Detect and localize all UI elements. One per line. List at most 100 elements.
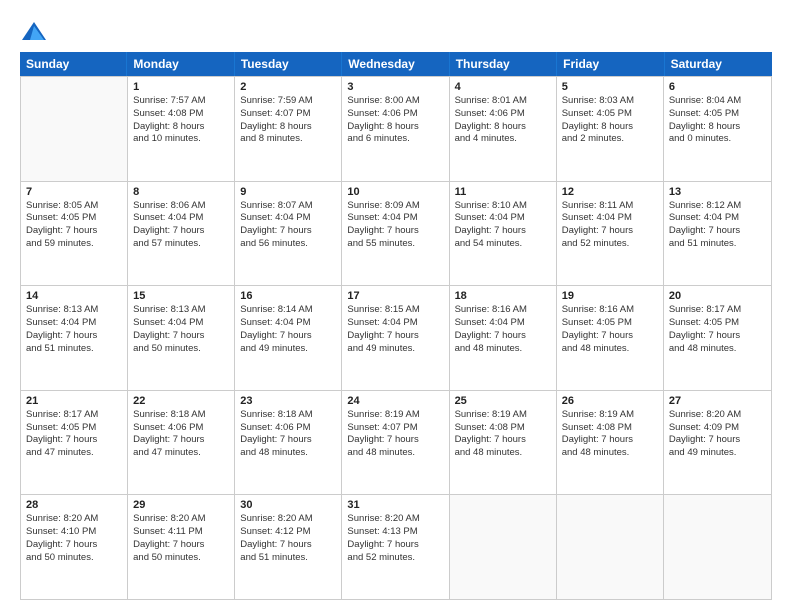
daylight-text-2: and 56 minutes. bbox=[240, 238, 336, 251]
daylight-text: Daylight: 7 hours bbox=[347, 330, 443, 343]
day-number: 21 bbox=[26, 395, 122, 407]
calendar-header: SundayMondayTuesdayWednesdayThursdayFrid… bbox=[20, 52, 772, 76]
sunset-text: Sunset: 4:06 PM bbox=[347, 108, 443, 121]
calendar-cell: 11Sunrise: 8:10 AMSunset: 4:04 PMDayligh… bbox=[450, 182, 557, 286]
calendar-cell: 30Sunrise: 8:20 AMSunset: 4:12 PMDayligh… bbox=[235, 495, 342, 599]
calendar-cell: 14Sunrise: 8:13 AMSunset: 4:04 PMDayligh… bbox=[21, 286, 128, 390]
sunset-text: Sunset: 4:05 PM bbox=[669, 317, 766, 330]
day-number: 25 bbox=[455, 395, 551, 407]
calendar-cell bbox=[21, 77, 128, 181]
sunset-text: Sunset: 4:04 PM bbox=[240, 212, 336, 225]
day-number: 12 bbox=[562, 186, 658, 198]
daylight-text-2: and 47 minutes. bbox=[133, 447, 229, 460]
calendar-cell bbox=[557, 495, 664, 599]
sunset-text: Sunset: 4:04 PM bbox=[347, 212, 443, 225]
calendar-cell: 21Sunrise: 8:17 AMSunset: 4:05 PMDayligh… bbox=[21, 391, 128, 495]
day-number: 27 bbox=[669, 395, 766, 407]
sunset-text: Sunset: 4:08 PM bbox=[562, 422, 658, 435]
day-number: 5 bbox=[562, 81, 658, 93]
calendar-cell: 7Sunrise: 8:05 AMSunset: 4:05 PMDaylight… bbox=[21, 182, 128, 286]
sunrise-text: Sunrise: 8:16 AM bbox=[562, 304, 658, 317]
calendar-cell: 20Sunrise: 8:17 AMSunset: 4:05 PMDayligh… bbox=[664, 286, 771, 390]
sunset-text: Sunset: 4:06 PM bbox=[240, 422, 336, 435]
daylight-text-2: and 50 minutes. bbox=[26, 552, 122, 565]
day-number: 4 bbox=[455, 81, 551, 93]
sunset-text: Sunset: 4:06 PM bbox=[133, 422, 229, 435]
sunrise-text: Sunrise: 8:15 AM bbox=[347, 304, 443, 317]
sunrise-text: Sunrise: 8:13 AM bbox=[26, 304, 122, 317]
sunset-text: Sunset: 4:04 PM bbox=[562, 212, 658, 225]
calendar-cell: 27Sunrise: 8:20 AMSunset: 4:09 PMDayligh… bbox=[664, 391, 771, 495]
sunrise-text: Sunrise: 8:00 AM bbox=[347, 95, 443, 108]
header bbox=[20, 18, 772, 46]
calendar-row-2: 14Sunrise: 8:13 AMSunset: 4:04 PMDayligh… bbox=[21, 285, 771, 390]
sunrise-text: Sunrise: 8:20 AM bbox=[26, 513, 122, 526]
day-number: 28 bbox=[26, 499, 122, 511]
day-number: 26 bbox=[562, 395, 658, 407]
daylight-text-2: and 48 minutes. bbox=[240, 447, 336, 460]
calendar-cell: 4Sunrise: 8:01 AMSunset: 4:06 PMDaylight… bbox=[450, 77, 557, 181]
sunrise-text: Sunrise: 8:04 AM bbox=[669, 95, 766, 108]
logo bbox=[20, 18, 52, 46]
sunset-text: Sunset: 4:05 PM bbox=[669, 108, 766, 121]
daylight-text-2: and 49 minutes. bbox=[669, 447, 766, 460]
sunset-text: Sunset: 4:04 PM bbox=[455, 317, 551, 330]
sunrise-text: Sunrise: 8:07 AM bbox=[240, 200, 336, 213]
daylight-text-2: and 54 minutes. bbox=[455, 238, 551, 251]
sunrise-text: Sunrise: 8:10 AM bbox=[455, 200, 551, 213]
header-day-wednesday: Wednesday bbox=[342, 52, 449, 76]
sunset-text: Sunset: 4:04 PM bbox=[133, 212, 229, 225]
sunrise-text: Sunrise: 8:19 AM bbox=[455, 409, 551, 422]
daylight-text: Daylight: 7 hours bbox=[669, 330, 766, 343]
sunrise-text: Sunrise: 8:11 AM bbox=[562, 200, 658, 213]
day-number: 1 bbox=[133, 81, 229, 93]
sunrise-text: Sunrise: 8:20 AM bbox=[240, 513, 336, 526]
sunrise-text: Sunrise: 8:12 AM bbox=[669, 200, 766, 213]
daylight-text: Daylight: 8 hours bbox=[240, 121, 336, 134]
sunset-text: Sunset: 4:08 PM bbox=[455, 422, 551, 435]
sunset-text: Sunset: 4:05 PM bbox=[562, 317, 658, 330]
calendar-row-0: 1Sunrise: 7:57 AMSunset: 4:08 PMDaylight… bbox=[21, 76, 771, 181]
sunset-text: Sunset: 4:05 PM bbox=[26, 212, 122, 225]
calendar-cell: 8Sunrise: 8:06 AMSunset: 4:04 PMDaylight… bbox=[128, 182, 235, 286]
daylight-text: Daylight: 7 hours bbox=[455, 225, 551, 238]
sunset-text: Sunset: 4:09 PM bbox=[669, 422, 766, 435]
header-day-thursday: Thursday bbox=[450, 52, 557, 76]
daylight-text: Daylight: 7 hours bbox=[455, 330, 551, 343]
day-number: 22 bbox=[133, 395, 229, 407]
daylight-text: Daylight: 7 hours bbox=[347, 434, 443, 447]
day-number: 16 bbox=[240, 290, 336, 302]
day-number: 11 bbox=[455, 186, 551, 198]
calendar-cell: 5Sunrise: 8:03 AMSunset: 4:05 PMDaylight… bbox=[557, 77, 664, 181]
calendar-row-3: 21Sunrise: 8:17 AMSunset: 4:05 PMDayligh… bbox=[21, 390, 771, 495]
day-number: 19 bbox=[562, 290, 658, 302]
daylight-text-2: and 0 minutes. bbox=[669, 133, 766, 146]
sunrise-text: Sunrise: 8:14 AM bbox=[240, 304, 336, 317]
daylight-text: Daylight: 7 hours bbox=[26, 225, 122, 238]
day-number: 8 bbox=[133, 186, 229, 198]
daylight-text-2: and 48 minutes. bbox=[455, 343, 551, 356]
calendar-cell: 26Sunrise: 8:19 AMSunset: 4:08 PMDayligh… bbox=[557, 391, 664, 495]
calendar-cell: 31Sunrise: 8:20 AMSunset: 4:13 PMDayligh… bbox=[342, 495, 449, 599]
day-number: 17 bbox=[347, 290, 443, 302]
sunset-text: Sunset: 4:11 PM bbox=[133, 526, 229, 539]
sunrise-text: Sunrise: 8:17 AM bbox=[669, 304, 766, 317]
daylight-text-2: and 48 minutes. bbox=[455, 447, 551, 460]
sunset-text: Sunset: 4:05 PM bbox=[26, 422, 122, 435]
sunrise-text: Sunrise: 8:16 AM bbox=[455, 304, 551, 317]
daylight-text-2: and 51 minutes. bbox=[669, 238, 766, 251]
calendar-cell: 18Sunrise: 8:16 AMSunset: 4:04 PMDayligh… bbox=[450, 286, 557, 390]
daylight-text-2: and 50 minutes. bbox=[133, 552, 229, 565]
sunset-text: Sunset: 4:08 PM bbox=[133, 108, 229, 121]
daylight-text: Daylight: 7 hours bbox=[133, 225, 229, 238]
logo-icon bbox=[20, 18, 48, 46]
day-number: 7 bbox=[26, 186, 122, 198]
sunset-text: Sunset: 4:04 PM bbox=[133, 317, 229, 330]
day-number: 24 bbox=[347, 395, 443, 407]
daylight-text: Daylight: 7 hours bbox=[669, 225, 766, 238]
sunrise-text: Sunrise: 8:19 AM bbox=[562, 409, 658, 422]
calendar-cell: 16Sunrise: 8:14 AMSunset: 4:04 PMDayligh… bbox=[235, 286, 342, 390]
calendar-cell: 19Sunrise: 8:16 AMSunset: 4:05 PMDayligh… bbox=[557, 286, 664, 390]
calendar-body: 1Sunrise: 7:57 AMSunset: 4:08 PMDaylight… bbox=[20, 76, 772, 600]
calendar-cell: 10Sunrise: 8:09 AMSunset: 4:04 PMDayligh… bbox=[342, 182, 449, 286]
